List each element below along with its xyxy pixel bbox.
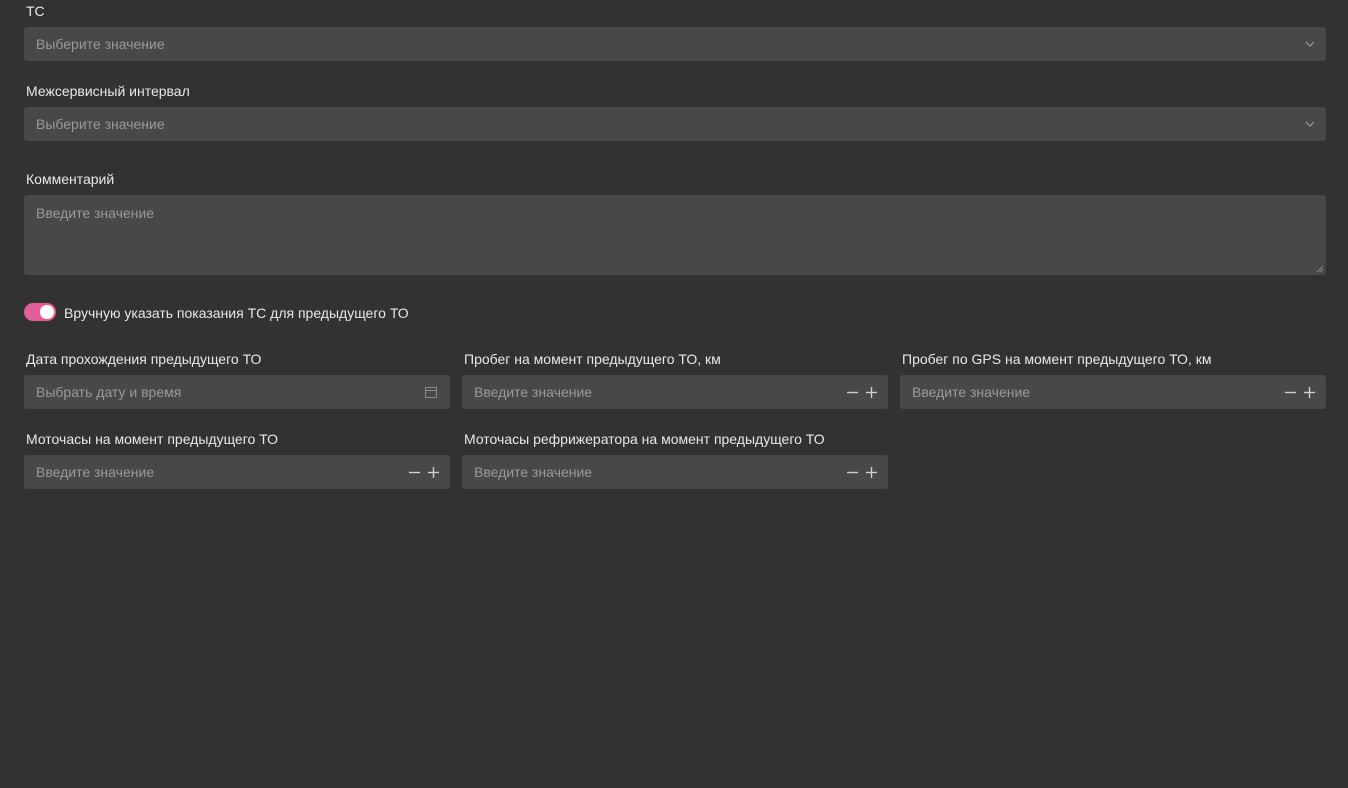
prev-engine-hours-placeholder: Введите значение: [36, 464, 155, 480]
prev-engine-hours-input[interactable]: Введите значение: [24, 455, 450, 489]
prev-fridge-hours-stepper: [846, 455, 878, 489]
service-interval-placeholder: Выберите значение: [36, 116, 165, 132]
calendar-icon[interactable]: [424, 385, 438, 399]
minus-icon[interactable]: [1284, 386, 1297, 399]
minus-icon[interactable]: [408, 466, 421, 479]
prev-fridge-hours-input[interactable]: Введите значение: [462, 455, 888, 489]
plus-icon[interactable]: [427, 466, 440, 479]
prev-engine-hours-stepper: [408, 455, 440, 489]
prev-date-picker[interactable]: Выбрать дату и время: [24, 375, 450, 409]
service-interval-label: Межсервисный интервал: [26, 83, 190, 99]
comment-placeholder: Введите значение: [36, 205, 155, 221]
minus-icon[interactable]: [846, 386, 859, 399]
prev-engine-hours-label: Моточасы на момент предыдущего ТО: [26, 431, 279, 447]
prev-mileage-stepper: [846, 375, 878, 409]
toggle-knob: [40, 305, 54, 319]
prev-date-placeholder: Выбрать дату и время: [36, 384, 182, 400]
minus-icon[interactable]: [846, 466, 859, 479]
comment-textarea[interactable]: Введите значение: [24, 195, 1326, 275]
comment-label: Комментарий: [26, 171, 115, 187]
vehicle-select-placeholder: Выберите значение: [36, 36, 165, 52]
chevron-down-icon: [1305, 41, 1315, 47]
vehicle-select[interactable]: Выберите значение: [24, 27, 1326, 61]
prev-gps-mileage-input[interactable]: Введите значение: [900, 375, 1326, 409]
prev-mileage-placeholder: Введите значение: [474, 384, 593, 400]
vehicle-label: ТС: [26, 3, 45, 19]
prev-gps-mileage-label: Пробег по GPS на момент предыдущего ТО, …: [902, 351, 1212, 367]
prev-mileage-input[interactable]: Введите значение: [462, 375, 888, 409]
manual-readings-label: Вручную указать показания ТС для предыду…: [64, 305, 409, 321]
plus-icon[interactable]: [1303, 386, 1316, 399]
service-interval-select[interactable]: Выберите значение: [24, 107, 1326, 141]
prev-fridge-hours-placeholder: Введите значение: [474, 464, 593, 480]
prev-gps-mileage-stepper: [1284, 375, 1316, 409]
plus-icon[interactable]: [865, 466, 878, 479]
prev-date-label: Дата прохождения предыдущего ТО: [26, 351, 262, 367]
prev-gps-mileage-placeholder: Введите значение: [912, 384, 1031, 400]
prev-mileage-label: Пробег на момент предыдущего ТО, км: [464, 351, 721, 367]
maintenance-form: ТС Выберите значение Межсервисный интерв…: [0, 0, 1348, 788]
prev-fridge-hours-label: Моточасы рефрижератора на момент предыду…: [464, 431, 825, 447]
resize-handle-icon[interactable]: [1316, 265, 1324, 273]
chevron-down-icon: [1305, 121, 1315, 127]
plus-icon[interactable]: [865, 386, 878, 399]
manual-readings-toggle[interactable]: [24, 303, 56, 321]
